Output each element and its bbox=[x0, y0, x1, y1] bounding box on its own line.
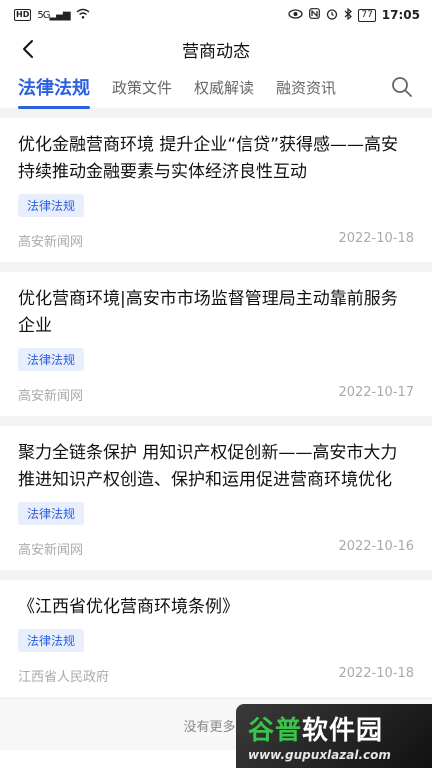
section-divider bbox=[0, 108, 432, 118]
battery-icon: 77 bbox=[358, 8, 376, 22]
watermark-brand: 谷普软件园 bbox=[248, 710, 432, 747]
status-left: HD 5G▂▄▆ bbox=[14, 8, 90, 22]
article-source: 江西省人民政府 bbox=[18, 670, 110, 685]
article-tag: 法律法规 bbox=[18, 629, 85, 652]
wifi-icon bbox=[76, 8, 90, 22]
tab-authoritative-interpretation[interactable]: 权威解读 bbox=[194, 77, 254, 98]
signal-icon: 5G▂▄▆ bbox=[37, 9, 70, 21]
list-item[interactable]: 优化营商环境|高安市市场监督管理局主动靠前服务企业 法律法规 高安新闻网 202… bbox=[0, 272, 432, 426]
list-item[interactable]: 《江西省优化营商环境条例》 法律法规 江西省人民政府 2022-10-18 bbox=[0, 580, 432, 707]
hd-indicator: HD bbox=[14, 9, 32, 21]
nfc-icon bbox=[309, 8, 321, 22]
article-meta: 高安新闻网 2022-10-16 bbox=[18, 525, 414, 570]
watermark-url: www.gupuxlazal.com bbox=[248, 748, 391, 762]
status-bar: HD 5G▂▄▆ 77 17:05 bbox=[0, 0, 432, 30]
article-tag: 法律法规 bbox=[18, 194, 85, 217]
article-source: 高安新闻网 bbox=[18, 543, 84, 558]
search-button[interactable] bbox=[390, 75, 414, 99]
category-tabs: 法律法规 政策文件 权威解读 融资资讯 bbox=[0, 68, 432, 109]
article-title[interactable]: 聚力全链条保护 用知识产权促创新——高安市大力推进知识产权创造、保护和运用促进营… bbox=[18, 440, 414, 494]
article-date: 2022-10-17 bbox=[338, 385, 414, 400]
article-title[interactable]: 《江西省优化营商环境条例》 bbox=[18, 594, 414, 621]
article-source: 高安新闻网 bbox=[18, 235, 84, 250]
list-item[interactable]: 优化金融营商环境 提升企业“信贷”获得感——高安持续推动金融要素与实体经济良性互… bbox=[0, 118, 432, 272]
chevron-left-icon bbox=[23, 40, 33, 58]
search-icon bbox=[392, 77, 412, 97]
watermark-brand-b: 软件园 bbox=[302, 716, 384, 746]
list-item[interactable]: 聚力全链条保护 用知识产权促创新——高安市大力推进知识产权创造、保护和运用促进营… bbox=[0, 426, 432, 580]
article-tag: 法律法规 bbox=[18, 502, 85, 525]
nav-bar: 营商动态 bbox=[0, 30, 432, 68]
page-title: 营商动态 bbox=[182, 41, 250, 62]
article-date: 2022-10-18 bbox=[338, 666, 414, 681]
article-title[interactable]: 优化营商环境|高安市市场监督管理局主动靠前服务企业 bbox=[18, 286, 414, 340]
article-tag: 法律法规 bbox=[18, 348, 85, 371]
article-meta: 高安新闻网 2022-10-17 bbox=[18, 371, 414, 416]
alarm-icon bbox=[326, 8, 338, 23]
clock: 17:05 bbox=[381, 8, 420, 22]
network-type: 5G bbox=[37, 9, 50, 21]
watermark-logo: 谷普软件园 www.gupuxlazal.com bbox=[236, 704, 432, 768]
bluetooth-icon bbox=[344, 7, 353, 23]
article-date: 2022-10-18 bbox=[338, 231, 414, 246]
article-source: 高安新闻网 bbox=[18, 389, 84, 404]
article-list: 优化金融营商环境 提升企业“信贷”获得感——高安持续推动金融要素与实体经济良性互… bbox=[0, 118, 432, 707]
eye-icon bbox=[288, 8, 303, 22]
article-meta: 高安新闻网 2022-10-18 bbox=[18, 217, 414, 262]
article-date: 2022-10-16 bbox=[338, 539, 414, 554]
tab-laws[interactable]: 法律法规 bbox=[18, 74, 90, 109]
article-title[interactable]: 优化金融营商环境 提升企业“信贷”获得感——高安持续推动金融要素与实体经济良性互… bbox=[18, 132, 414, 186]
tab-financing-news[interactable]: 融资资讯 bbox=[276, 77, 336, 98]
tab-policy-docs[interactable]: 政策文件 bbox=[112, 77, 172, 98]
back-button[interactable] bbox=[14, 34, 42, 64]
status-right: 77 17:05 bbox=[288, 7, 420, 23]
watermark-brand-a: 谷普 bbox=[248, 716, 303, 746]
article-meta: 江西省人民政府 2022-10-18 bbox=[18, 652, 414, 697]
